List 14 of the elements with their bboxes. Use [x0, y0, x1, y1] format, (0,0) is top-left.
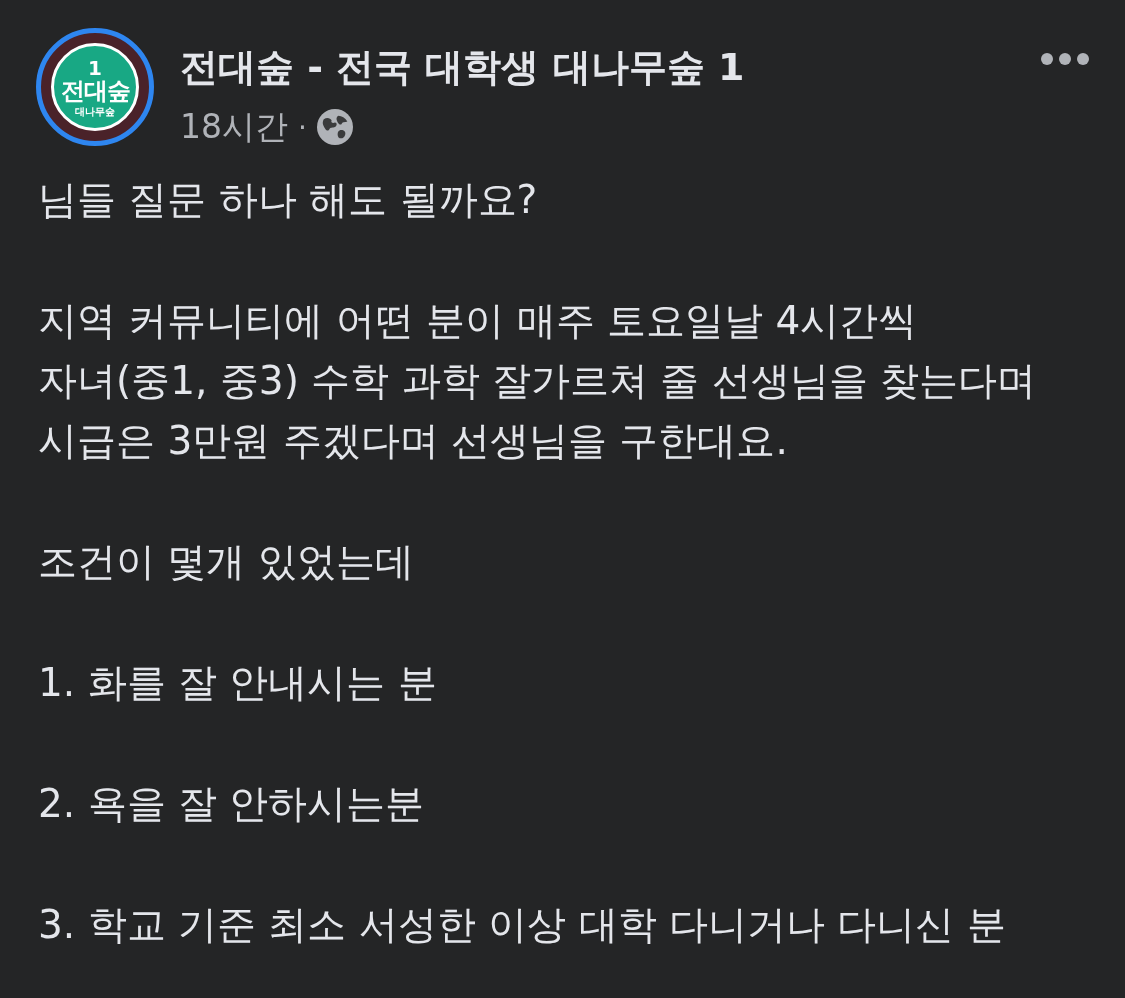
globe-icon[interactable] — [316, 109, 353, 145]
avatar-subtitle: 대나무숲 — [75, 106, 115, 117]
post-paragraph: 님들 질문 하나 해도 될까요? — [38, 176, 539, 224]
post-paragraph: 1. 화를 잘 안내시는 분 — [38, 659, 438, 707]
more-options-icon[interactable] — [1041, 53, 1089, 65]
post-paragraph: 2. 욕을 잘 안하시는분 — [38, 780, 426, 828]
post-paragraph: 지역 커뮤니티에 어떤 분이 매주 토요일날 4시간씩 자녀(중1, 중3) 수학 과학 잘가르쳐 줄 선생님을 찾는다며 시급은 3만원 주겠다며 선생님을 구한대요. — [38, 297, 1038, 465]
author-name[interactable]: 전대숲 - 전국 대학생 대나무숲 1 — [180, 42, 745, 92]
avatar-title: 전대숲 — [60, 78, 130, 103]
post-paragraph: 3. 학교 기준 최소 서성한 이상 대학 다니거나 다니신 분 — [38, 901, 1007, 949]
post-time[interactable]: 18시간 — [180, 108, 288, 146]
avatar-number: 1 — [88, 57, 102, 78]
separator-dot: · — [298, 110, 307, 144]
post-paragraph: 조건이 몇개 있었는데 — [38, 538, 415, 586]
